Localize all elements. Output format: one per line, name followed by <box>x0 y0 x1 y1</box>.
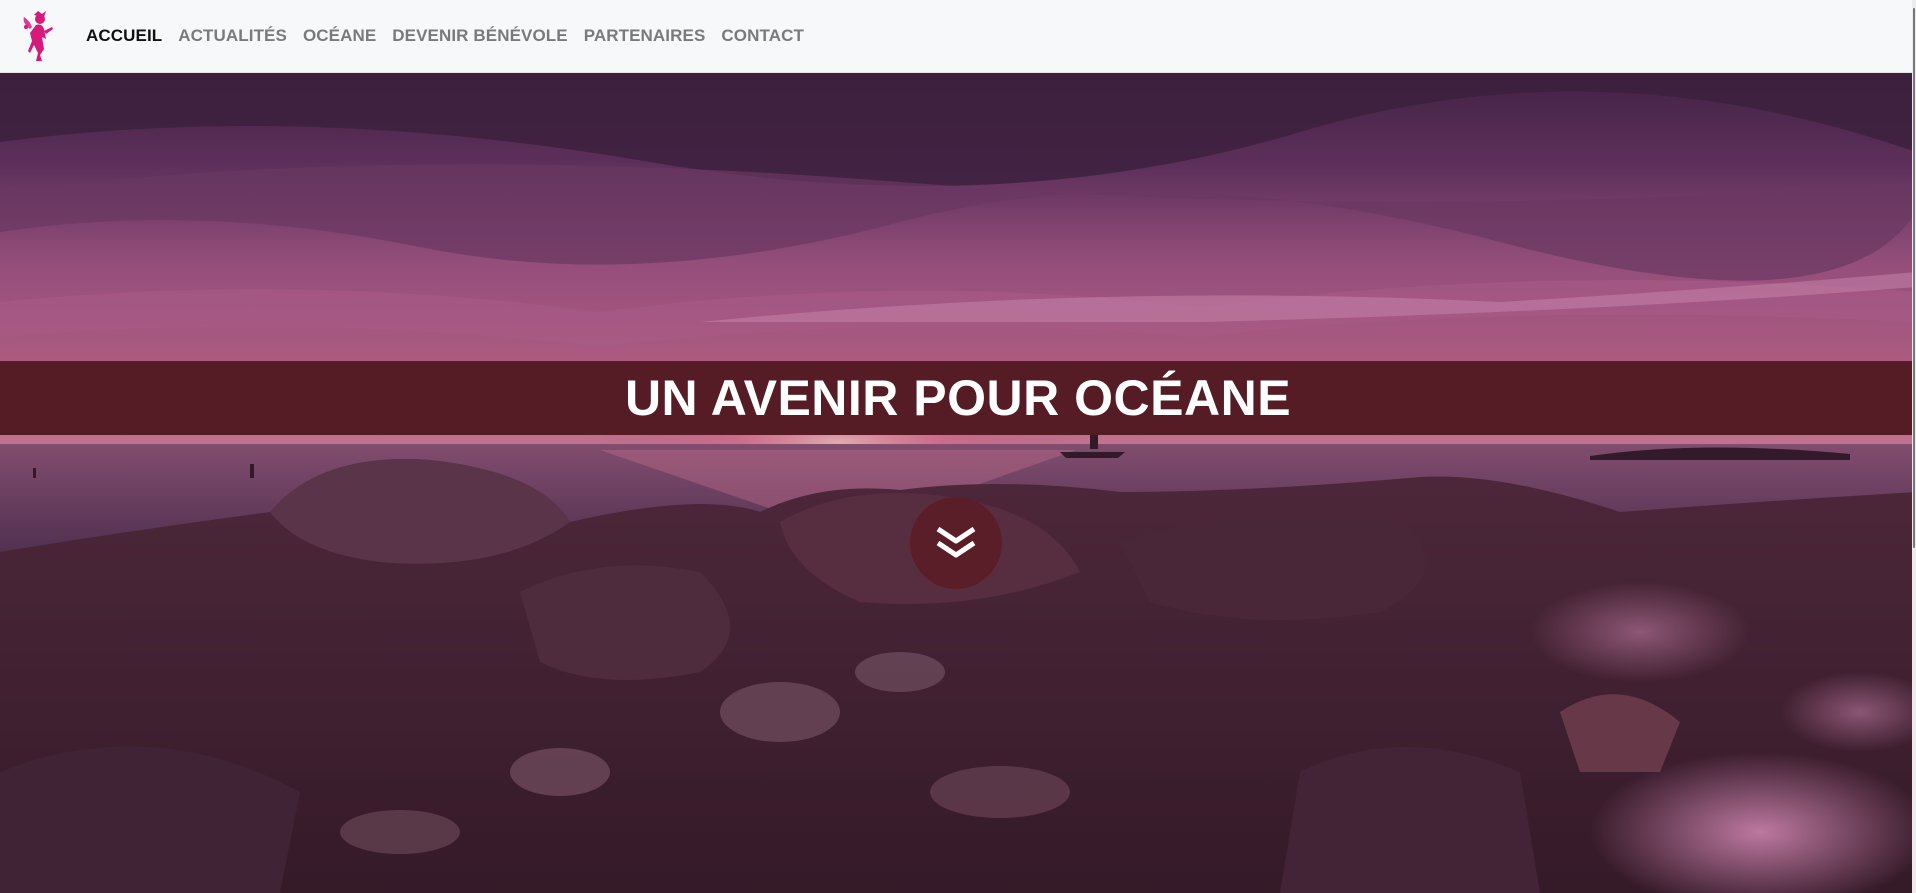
double-chevron-down-icon <box>936 526 976 558</box>
scrollbar-thumb[interactable] <box>1913 8 1915 548</box>
hero-title-banner: UN AVENIR POUR OCÉANE <box>0 361 1916 435</box>
scroll-down-button[interactable] <box>910 497 1002 589</box>
nav-item-contact[interactable]: CONTACT <box>713 26 812 46</box>
hero-title: UN AVENIR POUR OCÉANE <box>624 370 1292 426</box>
top-navbar: ACCUEIL ACTUALITÉS OCÉANE DEVENIR BÉNÉVO… <box>0 0 1916 73</box>
nav-item-actualites[interactable]: ACTUALITÉS <box>170 26 295 46</box>
sunset-coastline-image <box>0 72 1916 893</box>
page-scrollbar[interactable] <box>1912 0 1916 893</box>
nav-item-oceane[interactable]: OCÉANE <box>295 26 384 46</box>
nav-item-devenir-benevole[interactable]: DEVENIR BÉNÉVOLE <box>384 26 575 46</box>
nav-item-accueil[interactable]: ACCUEIL <box>86 26 170 46</box>
fairy-logo-icon[interactable] <box>18 8 58 64</box>
nav-item-partenaires[interactable]: PARTENAIRES <box>576 26 714 46</box>
main-nav: ACCUEIL ACTUALITÉS OCÉANE DEVENIR BÉNÉVO… <box>86 26 812 46</box>
hero-section: UN AVENIR POUR OCÉANE <box>0 72 1916 893</box>
